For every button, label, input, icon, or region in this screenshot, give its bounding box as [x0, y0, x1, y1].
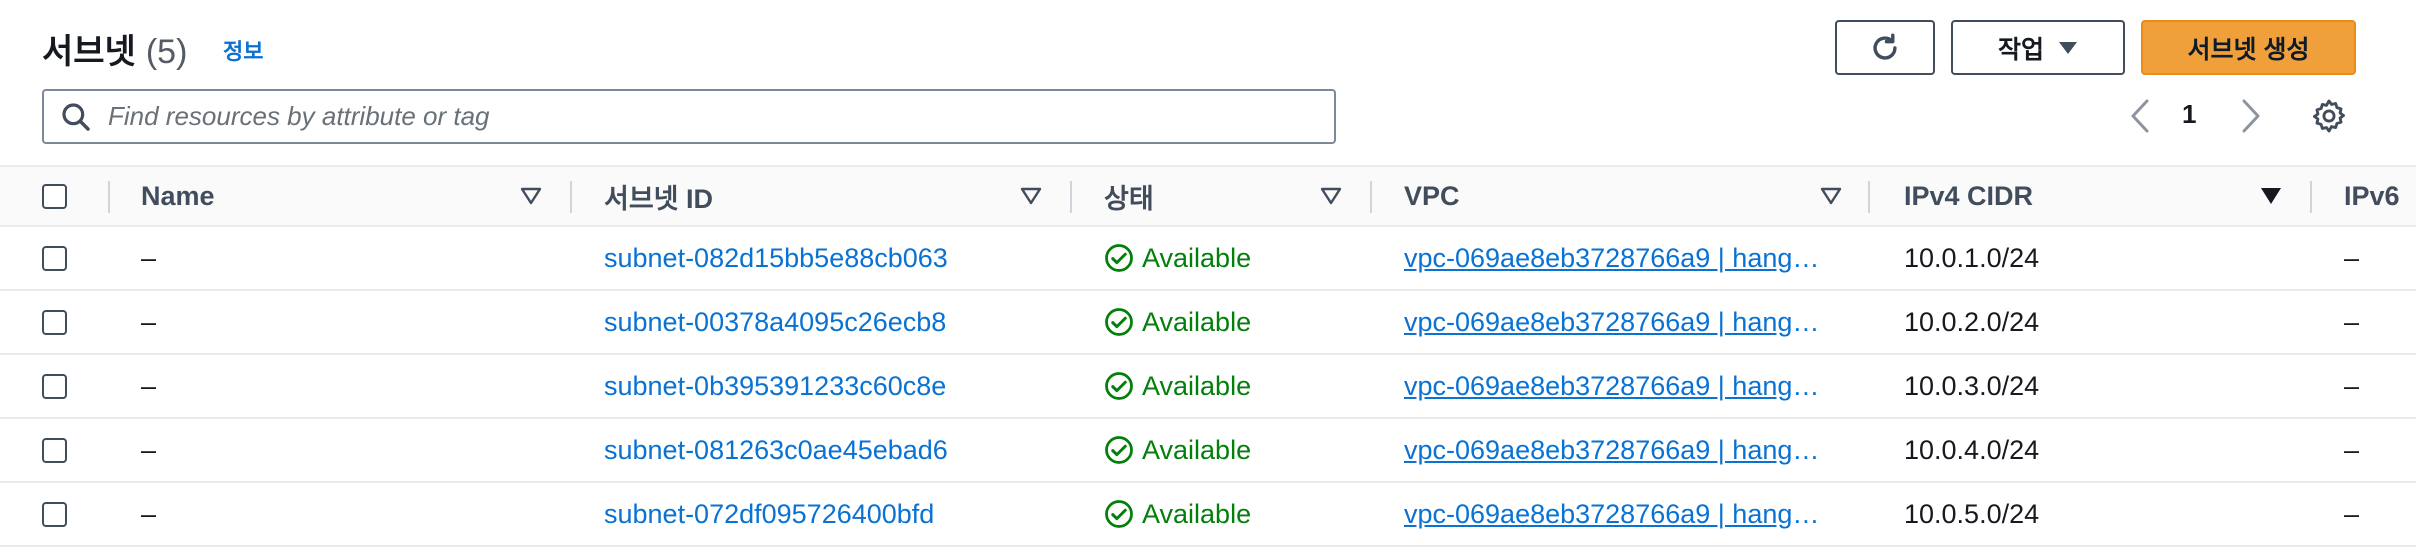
- row-checkbox[interactable]: [42, 374, 67, 399]
- vpc-cell: vpc-069ae8eb3728766a9 | hanghae-vpc: [1404, 227, 1834, 289]
- cell-ipv4-cidr: 10.0.3.0/24: [1904, 370, 2040, 401]
- column-divider: [1370, 181, 1372, 213]
- sort-descending-icon[interactable]: [2260, 167, 2282, 225]
- vpc-cell: vpc-069ae8eb3728766a9 | hanghae-vpc: [1404, 483, 1834, 545]
- cell-name: –: [141, 498, 157, 529]
- column-header-name[interactable]: Name: [141, 167, 215, 225]
- table-row[interactable]: – subnet-082d15bb5e88cb063 Available vpc-06…: [0, 227, 2416, 291]
- status-badge: Available: [1104, 483, 1251, 545]
- chevron-right-icon: [2242, 99, 2260, 133]
- vpc-cell: vpc-069ae8eb3728766a9 | hanghae-vpc: [1404, 291, 1834, 353]
- refresh-icon: [1873, 33, 1897, 60]
- column-divider: [108, 181, 110, 213]
- gear-icon: [2313, 99, 2345, 133]
- filter-triangle-icon[interactable]: [1020, 167, 1042, 225]
- cell-name: –: [141, 306, 157, 337]
- status-text: Available: [1142, 370, 1252, 401]
- cell-name: –: [141, 242, 157, 273]
- status-text: Available: [1142, 498, 1252, 529]
- table-row[interactable]: – subnet-081263c0ae45ebad6 Available vpc-06…: [0, 419, 2416, 483]
- row-checkbox[interactable]: [42, 246, 67, 271]
- chevron-left-icon: [2131, 99, 2149, 133]
- column-divider: [1868, 181, 1870, 213]
- column-divider: [570, 181, 572, 213]
- actions-dropdown-button[interactable]: 작업: [1951, 20, 2125, 75]
- create-subnet-button[interactable]: 서브넷 생성: [2141, 20, 2356, 75]
- current-page[interactable]: 1: [2182, 99, 2196, 130]
- search-field[interactable]: [42, 89, 1336, 144]
- filter-triangle-icon[interactable]: [520, 167, 542, 225]
- caret-down-icon: [2059, 41, 2077, 54]
- status-badge: Available: [1104, 355, 1251, 417]
- vpc-cell: vpc-069ae8eb3728766a9 | hanghae-vpc: [1404, 355, 1834, 417]
- cell-ipv6: –: [2344, 242, 2360, 273]
- cell-name: –: [141, 434, 157, 465]
- select-all-checkbox[interactable]: [42, 184, 67, 209]
- filter-triangle-icon[interactable]: [1320, 167, 1342, 225]
- subnet-id-link[interactable]: subnet-081263c0ae45ebad6: [604, 419, 948, 481]
- check-circle-icon: [1105, 244, 1133, 272]
- next-page-button[interactable]: [2236, 96, 2266, 141]
- table-header: Name 서브넷 ID 상태 VPC IPv4 CIDR IPv6: [0, 165, 2416, 227]
- subnet-id-link[interactable]: subnet-072df095726400bfd: [604, 483, 934, 545]
- status-badge: Available: [1104, 291, 1251, 353]
- table-row[interactable]: – subnet-072df095726400bfd Available vpc-06…: [0, 483, 2416, 547]
- check-circle-icon: [1105, 308, 1133, 336]
- column-header-vpc[interactable]: VPC: [1404, 167, 1460, 225]
- status-badge: Available: [1104, 419, 1251, 481]
- column-divider: [1070, 181, 1072, 213]
- check-circle-icon: [1105, 500, 1133, 528]
- subnet-id-link[interactable]: subnet-0b395391233c60c8e: [604, 355, 946, 417]
- prev-page-button[interactable]: [2125, 96, 2155, 141]
- status-badge: Available: [1104, 227, 1251, 289]
- subnet-id-link[interactable]: subnet-082d15bb5e88cb063: [604, 227, 948, 289]
- vpc-link[interactable]: vpc-069ae8eb3728766a9 | hanghae-vpc: [1404, 243, 1834, 274]
- vpc-cell: vpc-069ae8eb3728766a9 | hanghae-vpc: [1404, 419, 1834, 481]
- table-row[interactable]: – subnet-00378a4095c26ecb8 Available vpc-06…: [0, 291, 2416, 355]
- actions-label: 작업: [1997, 35, 2044, 64]
- cell-ipv4-cidr: 10.0.1.0/24: [1904, 242, 2040, 273]
- refresh-button[interactable]: [1835, 20, 1935, 75]
- column-divider: [2310, 181, 2312, 213]
- page-title-text: 서브넷: [42, 33, 136, 71]
- table-row[interactable]: – subnet-0b395391233c60c8e Available vpc-06…: [0, 355, 2416, 419]
- filter-triangle-icon[interactable]: [1820, 167, 1842, 225]
- preferences-button[interactable]: [2310, 97, 2348, 140]
- cell-name: –: [141, 370, 157, 401]
- row-checkbox[interactable]: [42, 502, 67, 527]
- row-checkbox[interactable]: [42, 438, 67, 463]
- cell-ipv6: –: [2344, 306, 2360, 337]
- status-text: Available: [1142, 306, 1252, 337]
- cell-ipv6: –: [2344, 370, 2360, 401]
- vpc-link[interactable]: vpc-069ae8eb3728766a9 | hanghae-vpc: [1404, 499, 1834, 530]
- row-checkbox[interactable]: [42, 310, 67, 335]
- resource-count: (5): [145, 33, 188, 71]
- cell-ipv6: –: [2344, 498, 2360, 529]
- column-header-status[interactable]: 상태: [1104, 167, 1154, 225]
- status-text: Available: [1142, 242, 1252, 273]
- vpc-link[interactable]: vpc-069ae8eb3728766a9 | hanghae-vpc: [1404, 307, 1834, 338]
- search-icon: [62, 102, 90, 131]
- status-text: Available: [1142, 434, 1252, 465]
- column-header-ipv6[interactable]: IPv6: [2344, 167, 2416, 225]
- cell-ipv6: –: [2344, 434, 2360, 465]
- page-title: 서브넷 (5): [42, 24, 187, 73]
- vpc-link[interactable]: vpc-069ae8eb3728766a9 | hanghae-vpc: [1404, 371, 1834, 402]
- cell-ipv4-cidr: 10.0.4.0/24: [1904, 434, 2040, 465]
- check-circle-icon: [1105, 372, 1133, 400]
- info-link[interactable]: 정보: [223, 34, 263, 66]
- column-header-ipv4-cidr[interactable]: IPv4 CIDR: [1904, 167, 2033, 225]
- subnet-id-link[interactable]: subnet-00378a4095c26ecb8: [604, 291, 946, 353]
- vpc-link[interactable]: vpc-069ae8eb3728766a9 | hanghae-vpc: [1404, 435, 1834, 466]
- cell-ipv4-cidr: 10.0.5.0/24: [1904, 498, 2040, 529]
- column-header-subnet-id[interactable]: 서브넷 ID: [604, 167, 713, 225]
- check-circle-icon: [1105, 436, 1133, 464]
- search-input[interactable]: [106, 100, 1334, 133]
- cell-ipv4-cidr: 10.0.2.0/24: [1904, 306, 2040, 337]
